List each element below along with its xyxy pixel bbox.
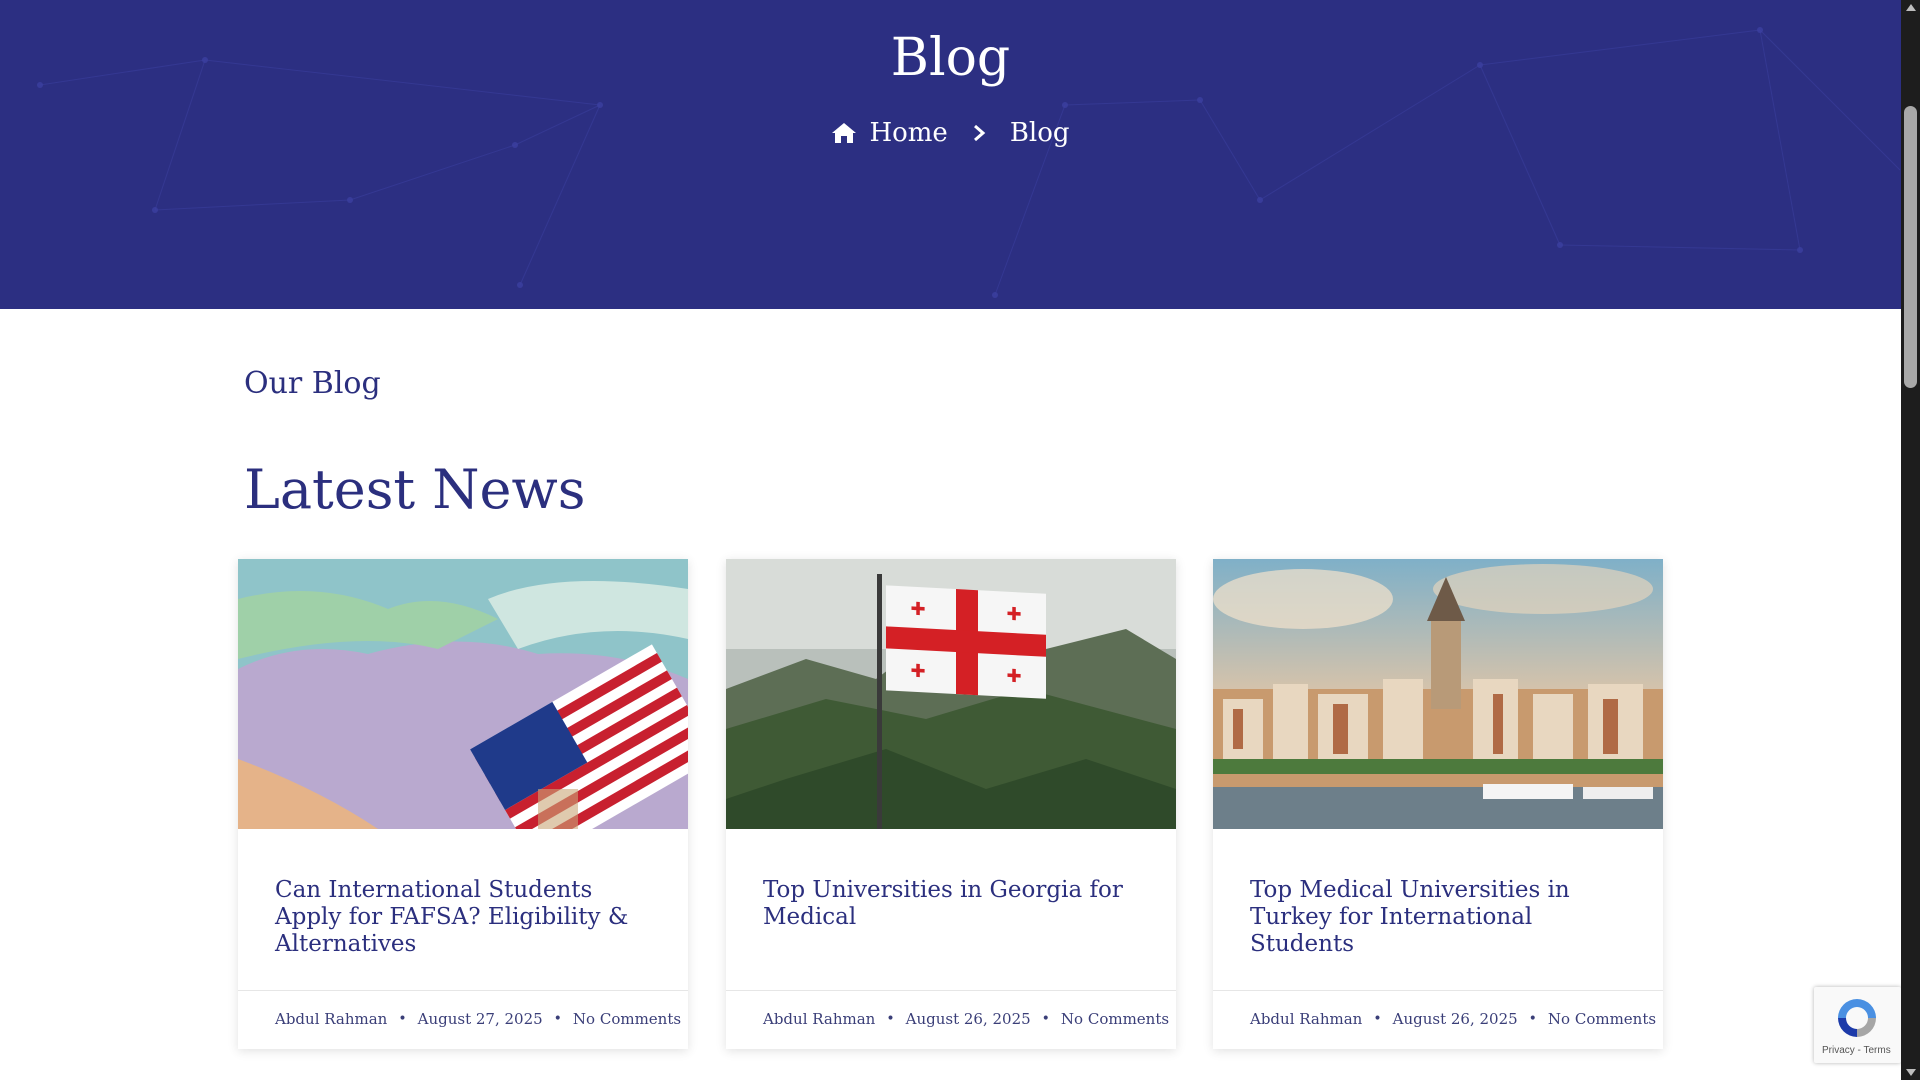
post-card[interactable]: Can International Students Apply for FAF… [238,559,688,1049]
post-comments[interactable]: No Comments [1548,1010,1656,1028]
post-comments[interactable]: No Comments [573,1010,681,1028]
usa-map-flag-image [238,559,688,829]
scrollbar-thumb[interactable] [1904,106,1917,388]
vertical-scrollbar[interactable] [1901,0,1920,1080]
section-eyebrow: Our Blog [244,366,381,401]
post-title-link[interactable]: Can International Students Apply for FAF… [275,877,655,958]
card-divider [1213,990,1663,991]
post-title-link[interactable]: Top Universities in Georgia for Medical [763,877,1143,931]
post-card[interactable]: Top Medical Universities in Turkey for I… [1213,559,1663,1049]
post-title-link[interactable]: Top Medical Universities in Turkey for I… [1250,877,1630,958]
svg-text:✚: ✚ [910,661,925,683]
post-date[interactable]: August 27, 2025 [418,1010,543,1028]
svg-text:✚: ✚ [910,599,925,621]
post-date[interactable]: August 26, 2025 [1393,1010,1518,1028]
meta-separator: • [553,1011,562,1027]
post-meta: Abdul Rahman • August 27, 2025 • No Comm… [275,1010,681,1028]
card-divider [726,990,1176,991]
breadcrumb-home-link[interactable]: Home [831,118,948,148]
home-icon [832,123,857,143]
post-comments[interactable]: No Comments [1061,1010,1169,1028]
recaptcha-icon [1838,999,1876,1037]
meta-separator: • [1528,1011,1537,1027]
page-hero: Blog Home Blog [0,0,1901,309]
meta-separator: • [1373,1011,1382,1027]
recaptcha-badge[interactable]: Privacy - Terms [1814,987,1901,1063]
post-date[interactable]: August 26, 2025 [906,1010,1031,1028]
meta-separator: • [398,1011,407,1027]
scroll-down-arrow-icon[interactable] [1906,1069,1916,1076]
post-card[interactable]: ✚ ✚ ✚ ✚ Top Universities in Georgia for … [726,559,1176,1049]
post-thumbnail[interactable] [238,559,688,829]
istanbul-galata-tower-image [1213,559,1663,829]
meta-separator: • [1041,1011,1050,1027]
svg-text:✚: ✚ [1006,604,1021,626]
svg-text:✚: ✚ [1006,666,1021,688]
post-meta: Abdul Rahman • August 26, 2025 • No Comm… [763,1010,1169,1028]
section-heading: Latest News [244,458,586,521]
post-thumbnail[interactable]: ✚ ✚ ✚ ✚ [726,559,1176,829]
breadcrumb-current: Blog [1009,118,1070,148]
post-author[interactable]: Abdul Rahman [763,1010,875,1028]
breadcrumb: Home Blog [0,118,1901,148]
post-author[interactable]: Abdul Rahman [1250,1010,1362,1028]
post-author[interactable]: Abdul Rahman [275,1010,387,1028]
page-title: Blog [890,28,1011,88]
scroll-up-arrow-icon[interactable] [1906,4,1916,11]
chevron-right-icon [973,124,986,142]
breadcrumb-home-label: Home [869,118,948,148]
post-meta: Abdul Rahman • August 26, 2025 • No Comm… [1250,1010,1656,1028]
meta-separator: • [886,1011,895,1027]
recaptcha-links[interactable]: Privacy - Terms [1822,1045,1891,1056]
georgia-flag-mountains-image: ✚ ✚ ✚ ✚ [726,559,1176,829]
post-thumbnail[interactable] [1213,559,1663,829]
card-divider [238,990,688,991]
